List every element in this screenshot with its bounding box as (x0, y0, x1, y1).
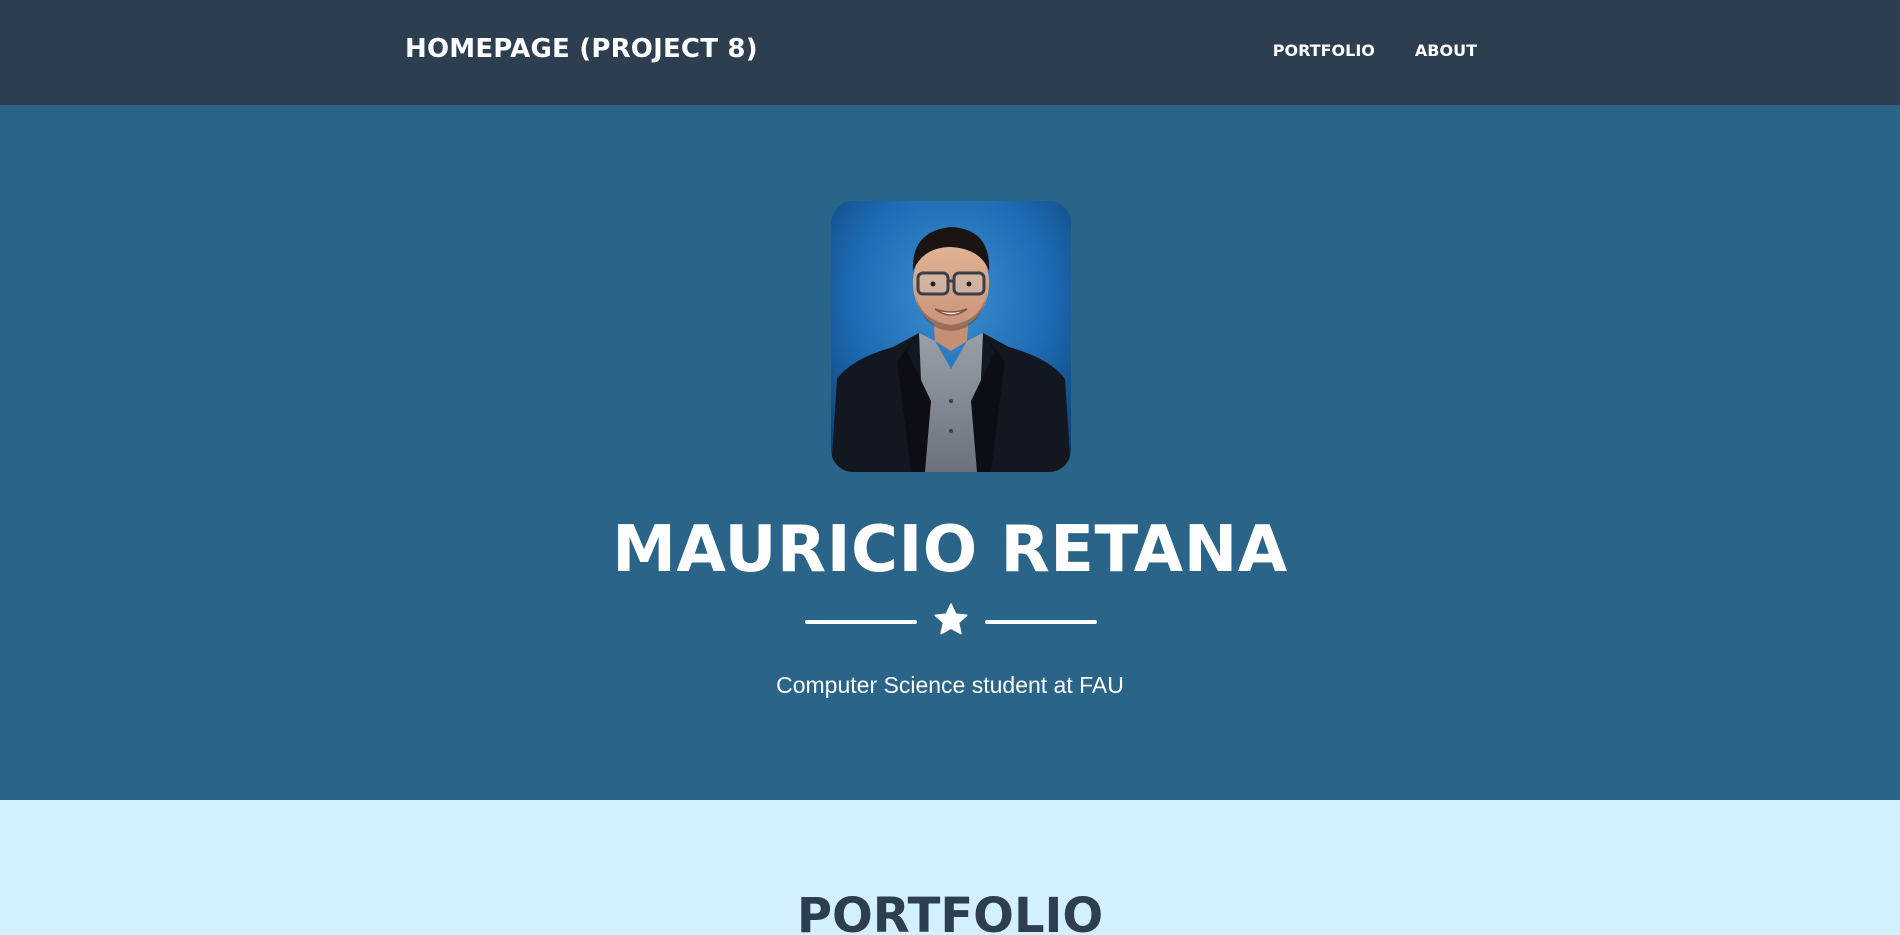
nav-link-about[interactable]: ABOUT (1415, 41, 1477, 60)
divider-line-right (985, 620, 1097, 624)
avatar (831, 201, 1071, 472)
divider-line-left (805, 620, 917, 624)
navbar-brand[interactable]: HOMEPAGE (PROJECT 8) (405, 34, 758, 64)
portfolio-heading: PORTFOLIO (796, 888, 1104, 935)
masthead-subheading: Computer Science student at FAU (776, 672, 1124, 698)
portfolio-section: PORTFOLIO (0, 800, 1900, 935)
divider (805, 602, 1097, 642)
nav-link-portfolio[interactable]: PORTFOLIO (1273, 41, 1375, 60)
nav-links: PORTFOLIO ABOUT (1273, 41, 1477, 60)
masthead-heading: MAURICIO RETANA (612, 513, 1288, 587)
star-icon (934, 603, 968, 635)
navbar: HOMEPAGE (PROJECT 8) PORTFOLIO ABOUT (0, 0, 1900, 105)
profile-photo (831, 201, 1071, 472)
masthead: MAURICIO RETANA Computer Science student… (0, 105, 1900, 800)
